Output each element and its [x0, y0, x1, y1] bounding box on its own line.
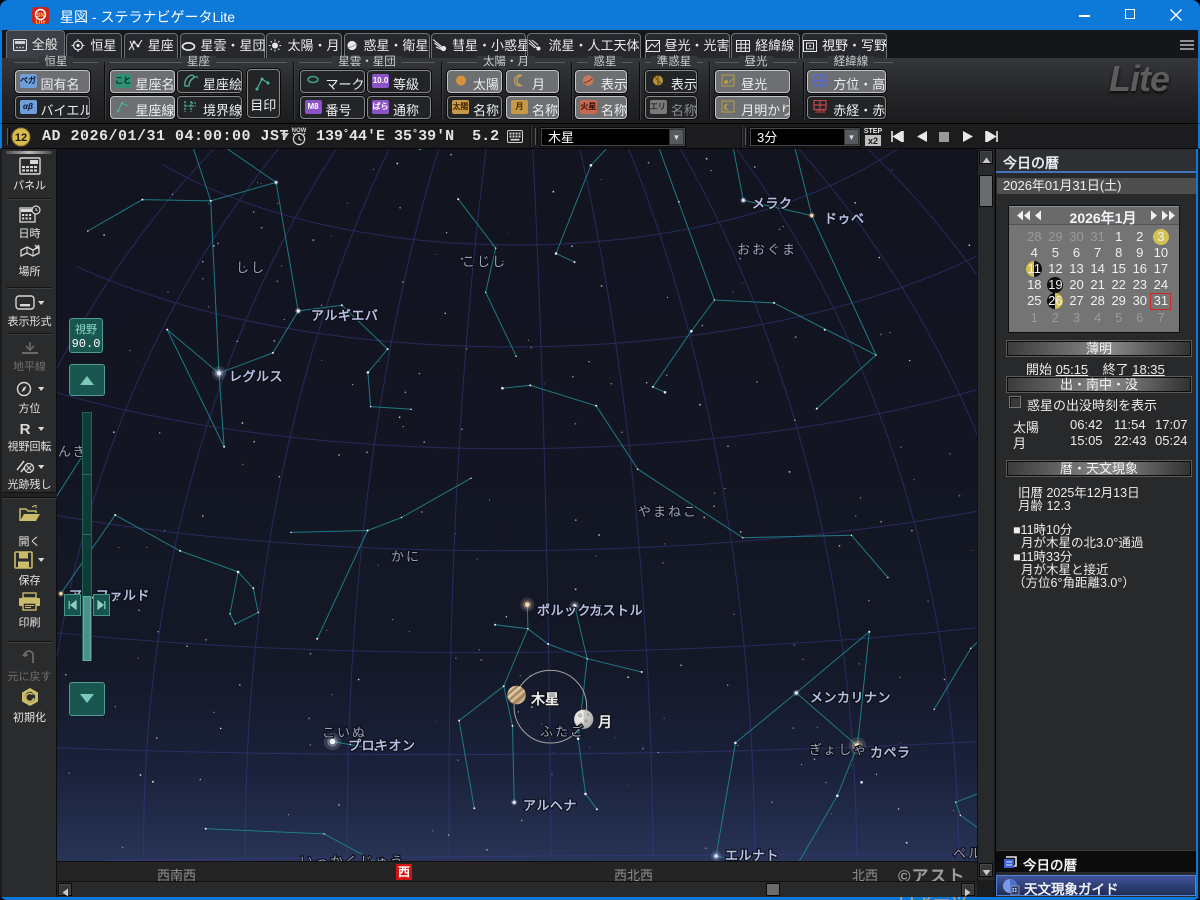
svg-text:プロキオン: プロキオン: [348, 738, 416, 753]
svg-text:しし: しし: [236, 260, 266, 275]
svg-text:エルナト: エルナト: [725, 848, 779, 861]
svg-text:カストル: カストル: [589, 603, 643, 618]
svg-text:かに: かに: [391, 549, 421, 564]
svg-text:ぎょしゃ: ぎょしゃ: [809, 742, 868, 757]
svg-text:STEP: STEP: [864, 128, 882, 135]
svg-text:メンカリナン: メンカリナン: [810, 690, 891, 705]
svg-text:ドゥベ: ドゥベ: [824, 211, 865, 226]
svg-text:2000: 2000: [815, 109, 826, 113]
svg-text:月: 月: [597, 714, 612, 730]
svg-text:x2: x2: [868, 136, 878, 146]
svg-text:R: R: [19, 421, 30, 436]
svg-text:いっかくじゅう: いっかくじゅう: [300, 854, 405, 861]
svg-text:やまねこ: やまねこ: [638, 504, 698, 519]
svg-text:おおぐま: おおぐま: [737, 242, 797, 257]
svg-text:こじし: こじし: [462, 254, 507, 269]
svg-text:レグルス: レグルス: [229, 369, 283, 384]
svg-text:SN: SN: [36, 13, 44, 19]
svg-text:メラク: メラク: [752, 196, 793, 211]
svg-text:Lite: Lite: [36, 19, 46, 24]
svg-text:アルギエバ: アルギエバ: [311, 308, 378, 323]
svg-text:木星: 木星: [530, 691, 559, 707]
svg-text:ペル: ペル: [953, 846, 977, 861]
svg-text:アルヘナ: アルヘナ: [523, 798, 577, 813]
svg-text:カペラ: カペラ: [870, 745, 911, 760]
svg-text:ふたご: ふたご: [540, 724, 585, 739]
svg-text:12: 12: [15, 132, 27, 144]
svg-text:こいぬ: こいぬ: [322, 725, 367, 740]
